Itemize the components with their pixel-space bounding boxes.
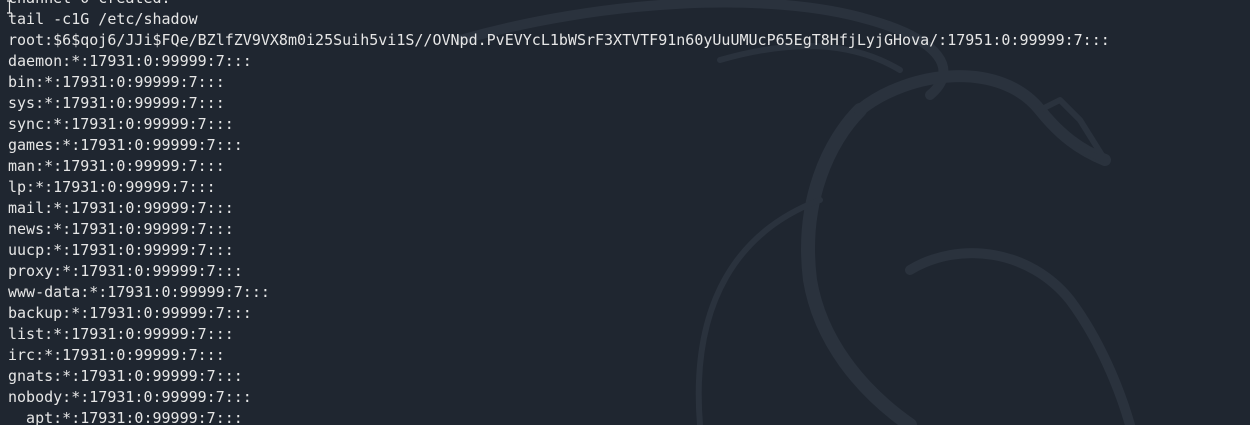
- shadow-entry-news: news:*:17931:0:99999:7:::: [8, 220, 234, 238]
- shadow-entry-bin: bin:*:17931:0:99999:7:::: [8, 73, 225, 91]
- shadow-entry-gnats: gnats:*:17931:0:99999:7:::: [8, 367, 243, 385]
- terminal-output[interactable]: channel 0 created.tail -c1G /etc/shadow r…: [8, 0, 1110, 425]
- shadow-entry-games: games:*:17931:0:99999:7:::: [8, 136, 243, 154]
- shadow-entry-sys: sys:*:17931:0:99999:7:::: [8, 94, 225, 112]
- shadow-entry-daemon: daemon:*:17931:0:99999:7:::: [8, 52, 252, 70]
- terminal-line: channel 0 created.: [8, 0, 1110, 9]
- shadow-entry-www-data: www-data:*:17931:0:99999:7:::: [8, 283, 270, 301]
- shadow-entry-apt: _apt:*:17931:0:99999:7:::: [8, 409, 243, 425]
- shadow-entry-sync: sync:*:17931:0:99999:7:::: [8, 115, 234, 133]
- shadow-entry-root: root:$6$qoj6/JJi$FQe/BZlfZV9VX8m0i25Suih…: [8, 31, 1110, 49]
- shadow-entry-lp: lp:*:17931:0:99999:7:::: [8, 178, 216, 196]
- command-line: tail -c1G /etc/shadow: [8, 10, 198, 28]
- shadow-entry-mail: mail:*:17931:0:99999:7:::: [8, 199, 234, 217]
- shadow-entry-list: list:*:17931:0:99999:7:::: [8, 325, 234, 343]
- shadow-entry-man: man:*:17931:0:99999:7:::: [8, 157, 225, 175]
- shadow-entry-nobody: nobody:*:17931:0:99999:7:::: [8, 388, 252, 406]
- terminal-window[interactable]: channel 0 created.tail -c1G /etc/shadow r…: [0, 0, 1250, 425]
- shadow-entry-backup: backup:*:17931:0:99999:7:::: [8, 304, 252, 322]
- shadow-entry-proxy: proxy:*:17931:0:99999:7:::: [8, 262, 243, 280]
- shadow-entry-irc: irc:*:17931:0:99999:7:::: [8, 346, 225, 364]
- shadow-entry-uucp: uucp:*:17931:0:99999:7:::: [8, 241, 234, 259]
